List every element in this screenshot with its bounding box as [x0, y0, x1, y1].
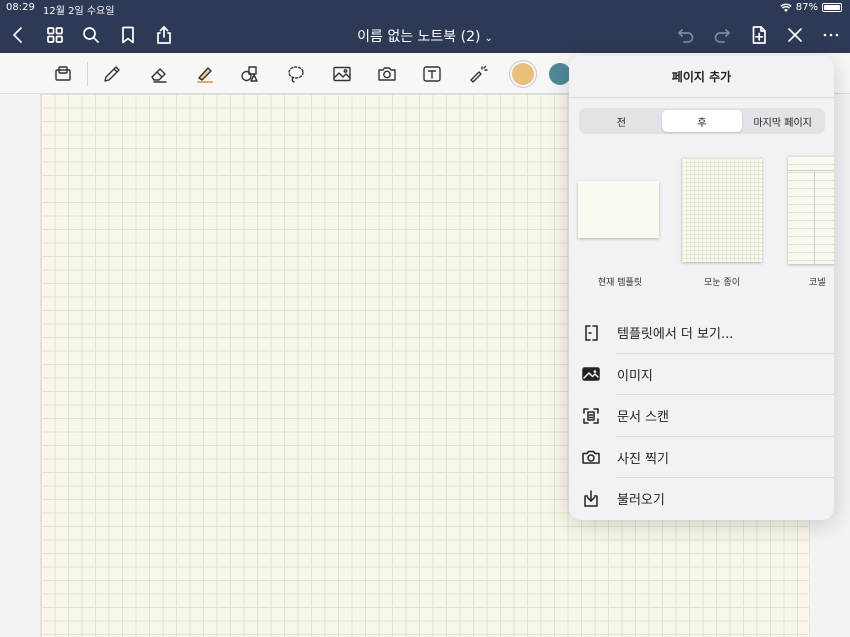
template-label-current: 현재 템플릿	[597, 278, 643, 288]
wifi-icon	[780, 3, 792, 12]
menu-item-import[interactable]: 불러오기	[569, 478, 834, 520]
text-icon	[423, 66, 441, 82]
eraser-tool[interactable]	[146, 61, 172, 87]
camera-icon	[378, 67, 396, 81]
document-title-text: 이름 없는 노트북 (2)	[357, 29, 481, 45]
laser-pointer-icon	[470, 65, 488, 83]
battery-icon	[822, 3, 842, 12]
camera-tool[interactable]	[374, 61, 400, 87]
shapes-tool[interactable]	[237, 61, 263, 87]
top-navigation-bar: 08:29 12월 2일 수요일 87% 이름 없는 노트북 (2) ⌄	[0, 0, 850, 53]
close-edit-button[interactable]	[784, 24, 806, 46]
import-icon	[580, 488, 602, 510]
status-date: 12월 2일 수요일	[43, 6, 115, 17]
eraser-icon	[151, 68, 167, 83]
more-button[interactable]	[820, 24, 842, 46]
add-page-button[interactable]	[748, 24, 770, 46]
menu-label-scan-document: 문서 스캔	[617, 410, 669, 426]
menu-label-more-templates: 템플릿에서 더 보기...	[617, 327, 734, 343]
title-bar: 이름 없는 노트북 (2) ⌄	[0, 18, 850, 53]
battery-fill	[824, 5, 840, 10]
shapes-icon	[241, 66, 258, 82]
segment-before[interactable]: 전	[581, 110, 662, 132]
add-page-icon	[752, 26, 766, 44]
popover-header-divider	[569, 97, 834, 98]
cornell-header-line	[788, 170, 834, 171]
chevron-down-icon: ⌄	[484, 33, 493, 44]
undo-button[interactable]	[675, 24, 697, 46]
menu-item-take-photo[interactable]: 사진 찍기	[569, 437, 834, 478]
cornell-cue-line	[814, 170, 815, 264]
pen-icon	[104, 66, 120, 82]
color-swatch-teal[interactable]	[549, 63, 571, 85]
pen-tool[interactable]	[99, 61, 125, 87]
menu-item-scan-document[interactable]: 문서 스캔	[569, 395, 834, 437]
color-swatch-orange[interactable]	[512, 63, 534, 85]
status-bar: 08:29 12월 2일 수요일 87%	[0, 0, 850, 17]
pen-off-icon	[788, 28, 802, 42]
template-label-grid-paper: 모눈 종이	[704, 278, 740, 288]
zoom-window-tool[interactable]	[50, 61, 76, 87]
undo-icon	[678, 29, 694, 43]
redo-icon	[714, 29, 730, 43]
highlighter-tool[interactable]	[192, 61, 218, 87]
status-time: 08:29	[6, 2, 35, 13]
status-right: 87%	[780, 2, 842, 13]
template-label-cornell: 코넬	[809, 278, 826, 288]
template-current[interactable]	[578, 181, 659, 238]
template-cornell[interactable]	[788, 156, 834, 264]
menu-label-take-photo: 사진 찍기	[617, 451, 669, 467]
zoom-window-icon	[55, 66, 71, 81]
menu-item-more-templates[interactable]: 템플릿에서 더 보기...	[569, 312, 834, 354]
lasso-icon	[288, 66, 304, 83]
menu-item-image[interactable]: 이미지	[569, 354, 834, 395]
camera-icon	[580, 446, 602, 468]
add-page-popover: 페이지 추가 전 후 마지막 페이지 현재 템플릿 모눈 종이 코넬 템플릿에서…	[569, 56, 834, 520]
menu-label-image: 이미지	[617, 368, 653, 384]
add-page-menu: 템플릿에서 더 보기... 이미지 문서 스캔 사진 찍기 불러오기	[569, 312, 834, 520]
template-icon	[580, 322, 602, 344]
redo-button[interactable]	[711, 24, 733, 46]
image-icon	[580, 363, 602, 385]
template-carousel: 현재 템플릿 모눈 종이 코넬	[569, 152, 834, 302]
popover-title: 페이지 추가	[671, 70, 732, 84]
scan-icon	[580, 405, 602, 427]
image-tool[interactable]	[329, 61, 355, 87]
laser-pointer-tool[interactable]	[465, 61, 491, 87]
menu-label-import: 불러오기	[617, 493, 665, 509]
template-grid-paper[interactable]	[682, 158, 762, 262]
toolbar-divider	[87, 62, 88, 86]
text-tool[interactable]	[419, 61, 445, 87]
lasso-tool[interactable]	[283, 61, 309, 87]
highlighter-icon	[197, 67, 213, 83]
more-icon	[823, 33, 839, 37]
image-icon	[333, 66, 351, 82]
segment-after[interactable]: 후	[661, 110, 743, 132]
battery-percent: 87%	[795, 2, 818, 13]
insert-position-segmented-control: 전 후 마지막 페이지	[579, 108, 825, 134]
segment-last-page[interactable]: 마지막 페이지	[742, 110, 823, 132]
